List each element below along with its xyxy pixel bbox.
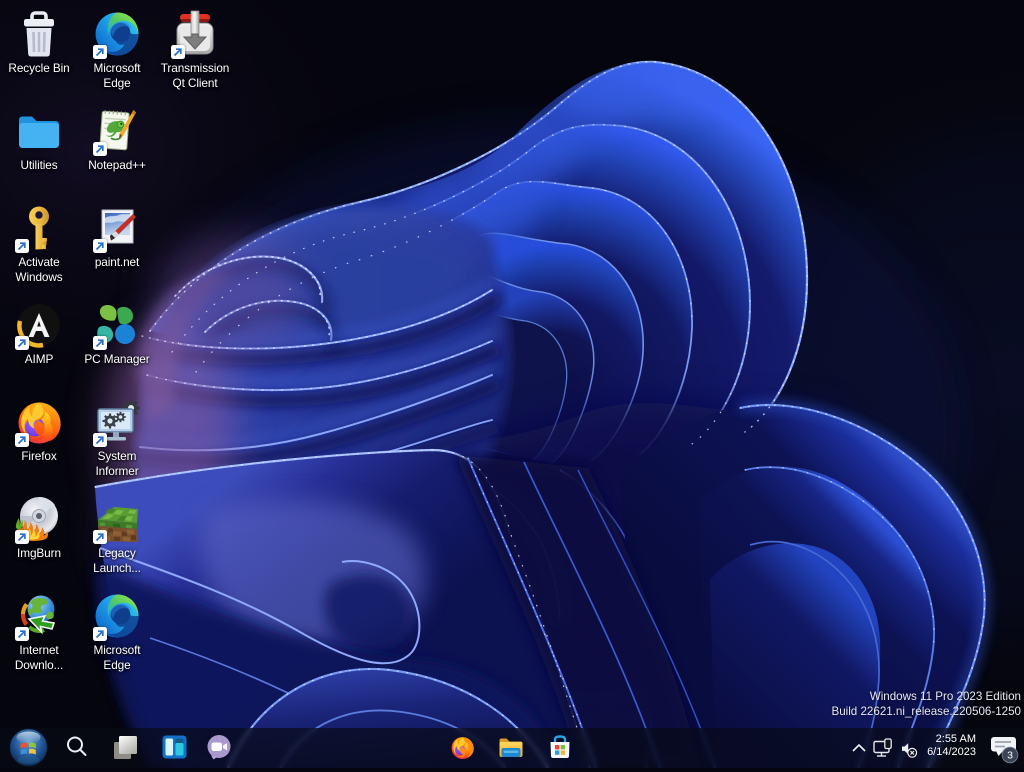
svg-text:3: 3 [1007,750,1013,762]
